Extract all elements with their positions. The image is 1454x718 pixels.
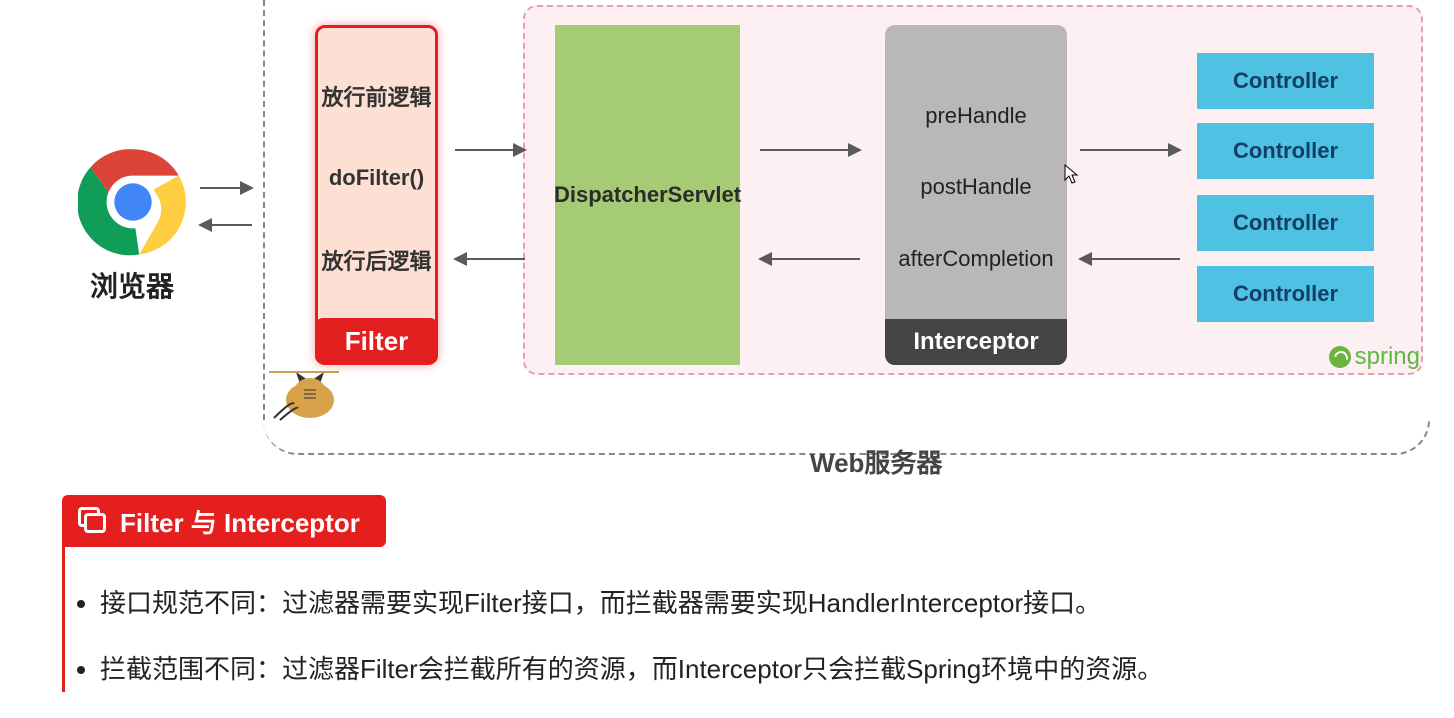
- web-server-label: Web服务器: [810, 443, 942, 480]
- arrow-filter-to-dispatcher: [455, 149, 525, 151]
- architecture-diagram: 浏览器 放行前逻辑 doFilter() 放行后逻辑 Filter Dispat…: [0, 0, 1454, 470]
- controller-box-2: Controller: [1197, 123, 1374, 179]
- section-title-ribbon: Filter 与 Interceptor: [62, 495, 386, 547]
- interceptor-box: preHandle postHandle afterCompletion: [885, 25, 1067, 365]
- bullet-list: 接口规范不同：过滤器需要实现Filter接口，而拦截器需要实现HandlerIn…: [100, 585, 1163, 718]
- chrome-browser-icon: [78, 147, 188, 257]
- aftercompletion-text: afterCompletion: [898, 246, 1053, 272]
- dispatcher-servlet-box: DispatcherServlet: [555, 25, 740, 365]
- controller-label-2: Controller: [1233, 138, 1338, 164]
- filter-box: 放行前逻辑 doFilter() 放行后逻辑: [315, 25, 438, 365]
- filter-method-text: doFilter(): [329, 165, 424, 191]
- dispatcher-label: DispatcherServlet: [554, 182, 741, 208]
- posthandle-text: postHandle: [920, 174, 1031, 200]
- mouse-cursor-icon: [1064, 164, 1080, 189]
- section-left-border: [62, 540, 65, 692]
- copy-squares-icon: [78, 507, 108, 535]
- section-title: Filter 与 Interceptor: [120, 503, 360, 540]
- prehandle-text: preHandle: [925, 103, 1027, 129]
- filter-before-text: 放行前逻辑: [321, 80, 431, 112]
- tomcat-bottom-border-right: [860, 420, 1430, 455]
- filter-after-text: 放行后逻辑: [321, 244, 431, 276]
- tomcat-bottom-border-left: [263, 420, 863, 455]
- controller-label-4: Controller: [1233, 281, 1338, 307]
- spring-leaf-icon: [1329, 346, 1351, 368]
- arrow-dispatcher-to-interceptor: [760, 149, 860, 151]
- tomcat-icon: [266, 370, 342, 422]
- filter-label: Filter: [315, 318, 438, 364]
- interceptor-label: Interceptor: [885, 319, 1067, 365]
- bullet-2: 拦截范围不同：过滤器Filter会拦截所有的资源，而Interceptor只会拦…: [100, 651, 1163, 687]
- arrow-dispatcher-to-filter: [455, 258, 525, 260]
- arrow-filter-to-browser: [200, 224, 252, 226]
- spring-text: spring: [1355, 343, 1420, 371]
- tomcat-boundary: [263, 0, 265, 420]
- browser-label: 浏览器: [90, 265, 174, 305]
- spring-logo-label: spring: [1329, 343, 1420, 371]
- controller-box-3: Controller: [1197, 195, 1374, 251]
- arrow-interceptor-to-dispatcher: [760, 258, 860, 260]
- arrow-browser-to-filter: [200, 187, 252, 189]
- controller-box-4: Controller: [1197, 266, 1374, 322]
- controller-box-1: Controller: [1197, 53, 1374, 109]
- bullet-1: 接口规范不同：过滤器需要实现Filter接口，而拦截器需要实现HandlerIn…: [100, 585, 1163, 621]
- controller-label-3: Controller: [1233, 210, 1338, 236]
- controller-label-1: Controller: [1233, 68, 1338, 94]
- arrow-controller-to-interceptor: [1080, 258, 1180, 260]
- arrow-interceptor-to-controller: [1080, 149, 1180, 151]
